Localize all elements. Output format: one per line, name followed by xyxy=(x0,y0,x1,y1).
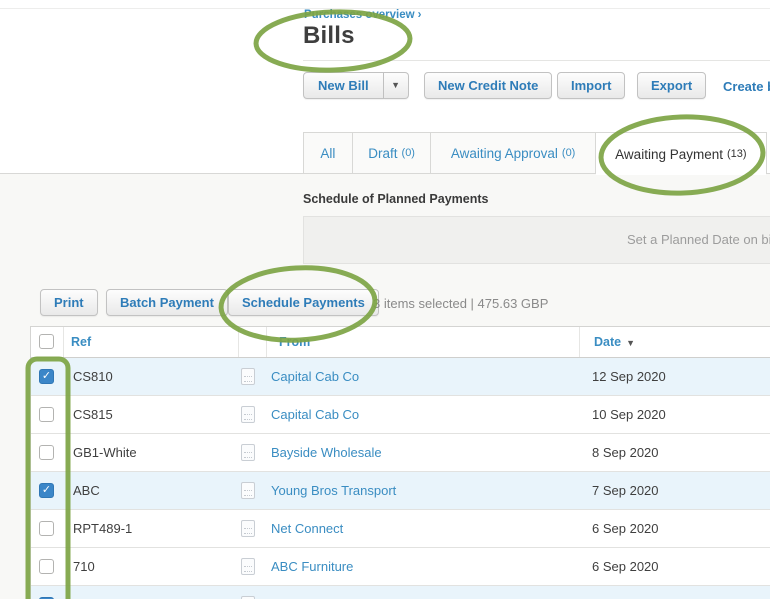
column-header-ref[interactable]: Ref xyxy=(71,327,91,357)
bill-ref: CS815 xyxy=(73,407,113,422)
export-button[interactable]: Export xyxy=(637,72,707,99)
bill-ref: ABC xyxy=(73,483,100,498)
row-checkbox[interactable]: ✓ xyxy=(39,482,54,498)
breadcrumb-arrow-icon: › xyxy=(417,9,422,21)
bill-ref: 710 xyxy=(73,559,95,574)
column-divider xyxy=(63,327,64,357)
schedule-hint-text: Set a Planned Date on bills to xyxy=(627,232,770,247)
schedule-heading: Schedule of Planned Payments xyxy=(303,192,489,206)
row-checkbox[interactable]: ✓ xyxy=(39,406,54,422)
page-title: Bills xyxy=(303,22,355,49)
table-header-row: ✓ Ref From Date ▼ xyxy=(31,327,770,358)
batch-payment-button[interactable]: Batch Payment xyxy=(106,289,228,316)
table-row[interactable]: ✓ GB1-White Bayside Wholesale 8 Sep 2020 xyxy=(31,434,770,472)
bill-date: 6 Sep 2020 xyxy=(592,559,659,574)
document-icon[interactable] xyxy=(241,520,255,537)
row-checkbox[interactable]: ✓ xyxy=(39,444,54,460)
table-row[interactable]: ✓ ABC Young Bros Transport 7 Sep 2020 xyxy=(31,472,770,510)
selection-status: 3 items selected | 475.63 GBP xyxy=(373,296,549,311)
tab-awaiting-payment[interactable]: Awaiting Payment (13) xyxy=(595,133,766,175)
document-icon[interactable] xyxy=(241,406,255,423)
bill-date: 4 Sep 2020 xyxy=(592,586,659,599)
create-batch-link[interactable]: Create b xyxy=(723,79,770,94)
table-row[interactable]: ✓ RPT445-1 PowerDirect 4 Sep 2020 xyxy=(31,586,770,599)
table-row[interactable]: ✓ RPT489-1 Net Connect 6 Sep 2020 xyxy=(31,510,770,548)
column-divider xyxy=(238,327,239,357)
document-icon[interactable] xyxy=(241,368,255,385)
bill-ref: RPT489-1 xyxy=(73,521,133,536)
new-credit-note-button[interactable]: New Credit Note xyxy=(424,72,553,99)
title-divider xyxy=(303,60,770,61)
table-row[interactable]: ✓ CS815 Capital Cab Co 10 Sep 2020 xyxy=(31,396,770,434)
bill-from-link[interactable]: PowerDirect xyxy=(271,586,342,599)
bill-date: 6 Sep 2020 xyxy=(592,521,659,536)
tab-label: Draft xyxy=(368,145,398,161)
import-button[interactable]: Import xyxy=(557,72,626,99)
column-divider xyxy=(266,327,267,357)
checkmark-icon: ✓ xyxy=(41,369,52,382)
column-header-date[interactable]: Date ▼ xyxy=(594,327,635,358)
bills-page: Purchases overview › Bills New Bill ▼ New… xyxy=(0,0,770,599)
row-checkbox[interactable]: ✓ xyxy=(39,558,54,574)
row-checkbox[interactable]: ✓ xyxy=(39,520,54,536)
bill-from-link[interactable]: Capital Cab Co xyxy=(271,396,359,433)
bill-from-link[interactable]: Bayside Wholesale xyxy=(271,434,382,471)
column-header-from[interactable]: From xyxy=(279,327,310,357)
bill-ref: GB1-White xyxy=(73,445,137,460)
document-icon[interactable] xyxy=(241,444,255,461)
bill-from-link[interactable]: Young Bros Transport xyxy=(271,472,396,509)
checkmark-icon: ✓ xyxy=(41,483,52,496)
sort-desc-icon: ▼ xyxy=(626,338,636,348)
tab-draft[interactable]: Draft (0) xyxy=(353,133,432,173)
bills-table: ✓ Ref From Date ▼ ✓ CS810 Capital Cab Co … xyxy=(30,326,770,599)
bill-from-link[interactable]: Capital Cab Co xyxy=(271,358,359,395)
new-bill-button[interactable]: New Bill xyxy=(303,72,384,99)
breadcrumb[interactable]: Purchases overview › xyxy=(304,9,421,21)
select-all-checkbox[interactable]: ✓ xyxy=(39,334,54,349)
tab-label: Awaiting Payment xyxy=(615,146,723,162)
bill-from-link[interactable]: Net Connect xyxy=(271,510,343,547)
bill-date: 7 Sep 2020 xyxy=(592,483,659,498)
bill-ref: CS810 xyxy=(73,369,113,384)
document-icon[interactable] xyxy=(241,482,255,499)
tab-label: All xyxy=(320,145,336,161)
bill-ref: RPT445-1 xyxy=(73,586,132,599)
table-row[interactable]: ✓ CS810 Capital Cab Co 12 Sep 2020 xyxy=(31,358,770,396)
breadcrumb-label[interactable]: Purchases overview xyxy=(304,9,415,21)
document-icon[interactable] xyxy=(241,558,255,575)
table-row[interactable]: ✓ 710 ABC Furniture 6 Sep 2020 xyxy=(31,548,770,586)
new-bill-split-button[interactable]: New Bill ▼ xyxy=(303,72,409,99)
schedule-payments-button[interactable]: Schedule Payments xyxy=(228,289,379,316)
bill-date: 10 Sep 2020 xyxy=(592,407,666,422)
tab-count: (0) xyxy=(401,147,415,159)
column-divider xyxy=(579,327,580,357)
tab-bar: All Draft (0) Awaiting Approval (0) Awai… xyxy=(303,132,767,175)
tab-count: (13) xyxy=(726,148,747,160)
tab-label: Awaiting Approval xyxy=(450,145,558,161)
bill-date: 8 Sep 2020 xyxy=(592,445,659,460)
row-checkbox[interactable]: ✓ xyxy=(39,368,54,384)
chevron-down-icon[interactable]: ▼ xyxy=(383,72,409,99)
tab-all[interactable]: All xyxy=(304,133,353,173)
tab-count: (0) xyxy=(561,147,576,159)
tab-awaiting-approval[interactable]: Awaiting Approval (0) xyxy=(431,133,596,173)
column-header-label: Date xyxy=(594,335,622,349)
bill-date: 12 Sep 2020 xyxy=(592,369,666,384)
bill-from-link[interactable]: ABC Furniture xyxy=(271,548,353,585)
print-button[interactable]: Print xyxy=(40,289,98,316)
